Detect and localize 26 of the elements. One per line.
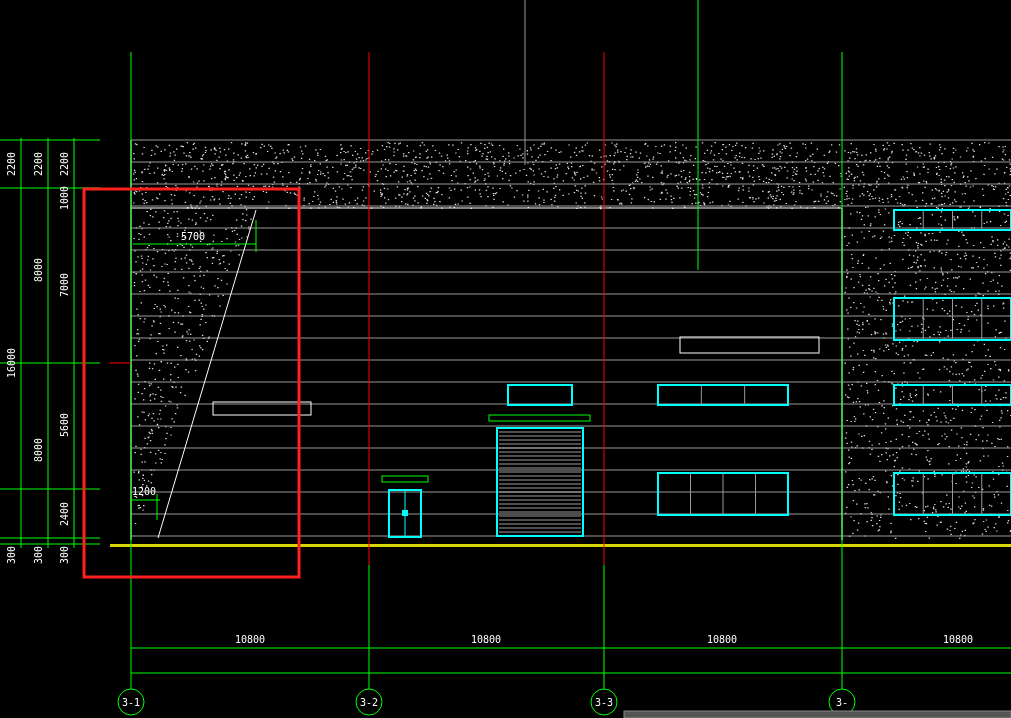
dimension-text: 2200 (6, 151, 17, 177)
dimension-text: 10800 (234, 634, 266, 645)
dimension-text: 10800 (706, 634, 738, 645)
dimension-text: 1200 (131, 486, 157, 497)
dimension-text: 300 (33, 545, 44, 565)
dimension-text: 8000 (33, 257, 44, 283)
dimension-text: 5700 (180, 231, 206, 242)
window-drawing (507, 384, 573, 406)
axis-marker (108, 362, 132, 364)
grid-label: 3-2 (359, 697, 379, 708)
dimension-text: 10800 (470, 634, 502, 645)
grid-label: 3-1 (121, 697, 141, 708)
dimension-text: 300 (6, 545, 17, 565)
door-drawing (381, 475, 429, 538)
dimension-text: 10800 (942, 634, 974, 645)
dimension-text: 16000 (6, 347, 17, 379)
dimension-text: 8000 (33, 437, 44, 463)
dimension-text: 2200 (59, 151, 70, 177)
dimension-text: 1000 (59, 185, 70, 211)
grid-label: 3-3 (594, 697, 614, 708)
dimension-text: 300 (59, 545, 70, 565)
dimension-text: 2200 (33, 151, 44, 177)
dimension-text: 7000 (59, 272, 70, 298)
dimension-text: 5600 (59, 412, 70, 438)
dimension-text: 2400 (59, 501, 70, 527)
grid-label: 3- (836, 697, 848, 708)
